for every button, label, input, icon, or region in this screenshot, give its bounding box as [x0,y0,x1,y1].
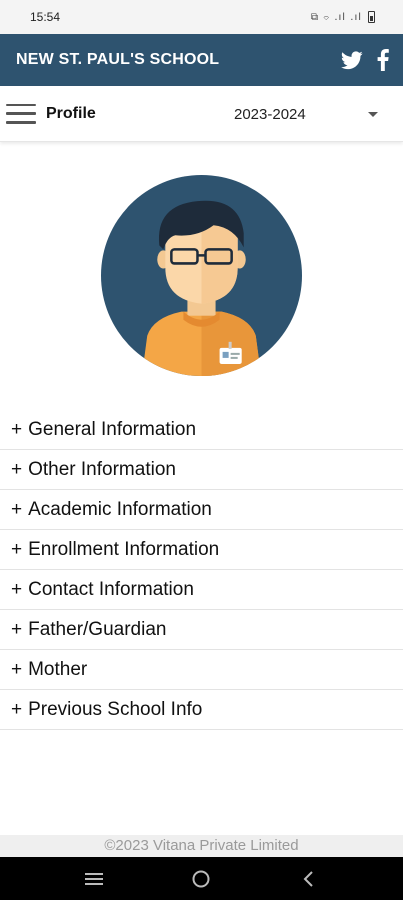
chevron-down-icon [368,111,378,117]
expand-icon: + [11,538,23,560]
section-label: General Information [28,418,197,440]
facebook-icon[interactable] [377,49,389,71]
expand-icon: + [11,418,23,440]
section-label: Academic Information [28,498,212,520]
section-label: Previous School Info [28,698,203,720]
page-title: Profile [46,104,96,122]
status-time: 15:54 [30,10,61,24]
status-icons: ⧉ ⌔ .ıl .ıl [311,11,375,23]
expand-icon: + [11,458,23,480]
section-academic-information[interactable]: + Academic Information [0,490,403,530]
footer-copyright: ©2023 Vitana Private Limited [0,835,403,857]
section-label: Other Information [28,458,176,480]
section-label: Mother [28,658,88,680]
recents-icon [84,872,103,885]
back-button[interactable] [289,864,329,894]
section-label: Father/Guardian [28,618,167,640]
toolbar: Profile 2023-2024 [0,86,403,142]
status-indicators: ⧉ ⌔ .ıl .ıl [310,11,362,23]
school-name: NEW ST. PAUL'S SCHOOL [16,51,220,68]
expand-icon: + [11,698,23,720]
app-bar: NEW ST. PAUL'S SCHOOL [0,34,403,86]
system-nav-bar [0,857,403,900]
section-mother[interactable]: + Mother [0,650,403,690]
section-label: Contact Information [28,578,194,600]
recent-apps-button[interactable] [74,864,114,894]
expand-icon: + [11,658,23,680]
social-links [341,49,389,71]
section-other-information[interactable]: + Other Information [0,450,403,490]
twitter-icon[interactable] [341,50,363,70]
status-bar: 15:54 ⧉ ⌔ .ıl .ıl [0,0,403,34]
expand-icon: + [11,578,23,600]
section-contact-information[interactable]: + Contact Information [0,570,403,610]
academic-year-value: 2023-2024 [234,105,306,123]
menu-icon[interactable] [6,103,36,124]
expand-icon: + [11,498,23,520]
section-enrollment-information[interactable]: + Enrollment Information [0,530,403,570]
back-icon [303,870,313,887]
section-label: Enrollment Information [28,538,220,560]
expand-icon: + [11,618,23,640]
section-general-information[interactable]: + General Information [0,410,403,450]
home-button[interactable] [181,864,221,894]
battery-icon [368,11,375,23]
home-icon [192,870,210,887]
profile-sections: + General Information + Other Informatio… [0,410,403,730]
section-previous-school-info[interactable]: + Previous School Info [0,690,403,730]
academic-year-select[interactable]: 2023-2024 [234,86,384,142]
avatar [101,175,302,376]
section-father-guardian[interactable]: + Father/Guardian [0,610,403,650]
